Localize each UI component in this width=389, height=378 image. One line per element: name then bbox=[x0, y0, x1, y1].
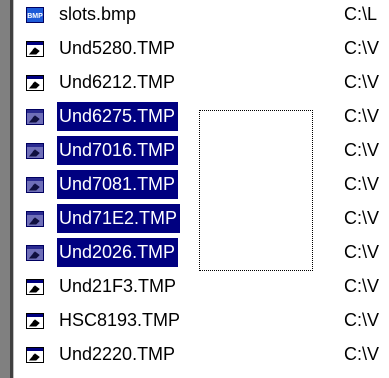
list-item[interactable]: Und2220.TMP C:\V bbox=[26, 340, 389, 369]
list-item[interactable]: HSC8193.TMP C:\V bbox=[26, 306, 389, 335]
file-name[interactable]: Und7016.TMP bbox=[57, 136, 179, 165]
file-path: C:\V bbox=[344, 106, 380, 126]
svg-text:BMP: BMP bbox=[27, 13, 43, 20]
file-name[interactable]: Und71E2.TMP bbox=[57, 204, 181, 233]
file-name[interactable]: Und2220.TMP bbox=[57, 340, 178, 369]
file-name[interactable]: Und21F3.TMP bbox=[57, 272, 179, 301]
tmp-file-icon bbox=[26, 278, 44, 296]
tmp-file-icon bbox=[26, 142, 44, 160]
list-item[interactable]: Und5280.TMP C:\V bbox=[26, 34, 389, 63]
file-name[interactable]: Und6275.TMP bbox=[57, 102, 179, 131]
file-name[interactable]: Und6212.TMP bbox=[57, 68, 178, 97]
file-path: C:\V bbox=[344, 174, 380, 194]
file-path: C:\L bbox=[344, 4, 378, 24]
file-name[interactable]: Und7081.TMP bbox=[57, 170, 179, 199]
tmp-file-icon bbox=[26, 40, 44, 58]
file-path: C:\V bbox=[344, 72, 380, 92]
file-list[interactable]: BMP slots.bmp C:\L Und5280.TMP C:\V Und6… bbox=[0, 0, 389, 378]
list-item[interactable]: Und21F3.TMP C:\V bbox=[26, 272, 389, 301]
list-item[interactable]: Und6212.TMP C:\V bbox=[26, 68, 389, 97]
tmp-file-icon bbox=[26, 346, 44, 364]
list-item[interactable]: BMP slots.bmp C:\L bbox=[26, 0, 389, 29]
tmp-file-icon bbox=[26, 244, 44, 262]
file-name[interactable]: Und5280.TMP bbox=[57, 34, 178, 63]
file-name[interactable]: HSC8193.TMP bbox=[57, 306, 183, 335]
file-path: C:\V bbox=[344, 344, 380, 364]
file-path: C:\V bbox=[344, 276, 380, 296]
file-path: C:\V bbox=[344, 242, 380, 262]
tmp-file-icon bbox=[26, 210, 44, 228]
tmp-file-icon bbox=[26, 312, 44, 330]
file-path: C:\V bbox=[344, 38, 380, 58]
file-name[interactable]: Und2026.TMP bbox=[57, 238, 179, 267]
bitmap-file-icon: BMP bbox=[26, 6, 44, 24]
tmp-file-icon bbox=[26, 108, 44, 126]
tmp-file-icon bbox=[26, 176, 44, 194]
selection-marquee bbox=[199, 110, 313, 271]
file-name[interactable]: slots.bmp bbox=[57, 0, 139, 29]
file-path: C:\V bbox=[344, 208, 380, 228]
tmp-file-icon bbox=[26, 74, 44, 92]
file-path: C:\V bbox=[344, 310, 380, 330]
file-path: C:\V bbox=[344, 140, 380, 160]
